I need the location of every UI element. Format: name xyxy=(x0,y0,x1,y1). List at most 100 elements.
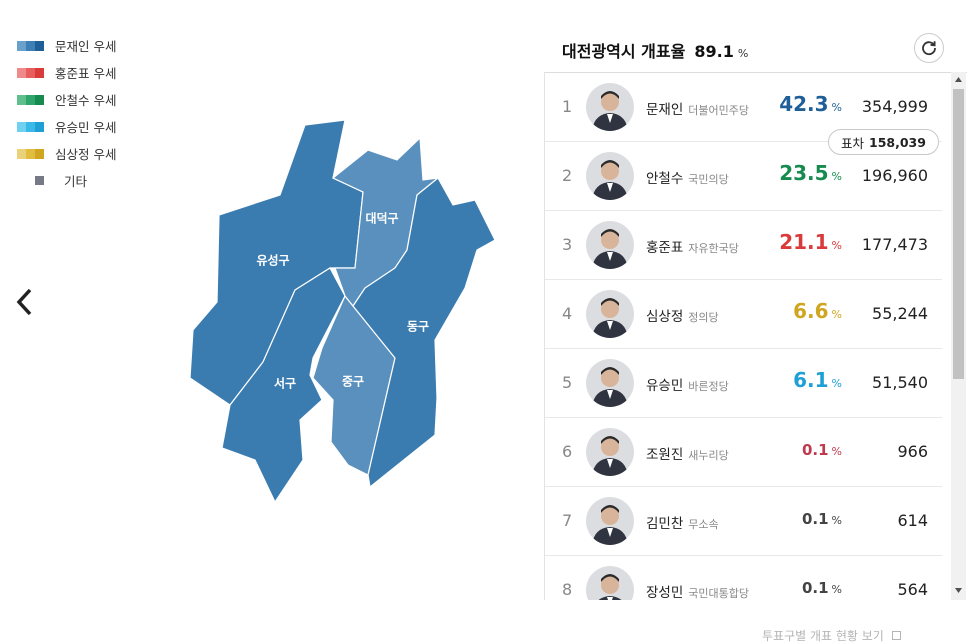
vote-rate-value: 6.6 xyxy=(793,299,829,323)
candidate-vote-rate: 0.1% xyxy=(802,510,842,528)
vote-rate-unit: % xyxy=(831,308,842,321)
district-label-donggu: 동구 xyxy=(406,319,430,334)
candidate-name-block: 심상정 정의당 xyxy=(646,305,719,325)
legend-item: 홍준표 우세 xyxy=(17,59,116,86)
scroll-down-arrow-icon[interactable] xyxy=(951,583,966,598)
legend-swatch xyxy=(17,121,44,132)
candidate-rank: 8 xyxy=(562,580,573,599)
legend-swatch xyxy=(17,148,44,159)
candidate-avatar xyxy=(586,152,634,200)
candidate-rank: 1 xyxy=(562,97,573,116)
precinct-results-link[interactable]: 투표구별 개표 현황 보기 xyxy=(762,627,901,642)
district-label-yuseong: 유성구 xyxy=(256,253,290,268)
candidate-avatar xyxy=(586,290,634,338)
candidate-avatar xyxy=(586,359,634,407)
vote-rate-unit: % xyxy=(831,239,842,252)
scrollbar-thumb[interactable] xyxy=(953,89,964,379)
candidate-name-block: 조원진 새누리당 xyxy=(646,443,729,463)
district-map: 유성구 대덕구 동구 중구 서구 xyxy=(185,119,505,510)
vote-rate-unit: % xyxy=(831,377,842,390)
candidate-party: 바른정당 xyxy=(688,380,729,393)
candidate-rank: 7 xyxy=(562,511,573,530)
candidate-votes: 196,960 xyxy=(861,166,928,185)
candidate-votes: 354,999 xyxy=(861,97,928,116)
candidate-votes: 55,244 xyxy=(872,304,928,323)
candidate-name-block: 김민찬 무소속 xyxy=(646,512,719,532)
candidate-votes: 564 xyxy=(897,580,928,599)
candidate-name-block: 유승민 바른정당 xyxy=(646,374,729,394)
candidate-party: 국민의당 xyxy=(688,173,729,186)
candidate-votes: 966 xyxy=(897,442,928,461)
candidate-row[interactable]: 6 조원진 새누리당 0.1% 966 xyxy=(545,418,942,487)
candidate-name: 심상정 xyxy=(646,309,684,325)
candidate-avatar xyxy=(586,566,634,600)
candidate-party: 정의당 xyxy=(688,311,719,324)
vote-rate-value: 42.3 xyxy=(779,92,829,116)
vote-rate-unit: % xyxy=(831,445,842,458)
candidate-name: 문재인 xyxy=(646,102,684,118)
candidate-vote-rate: 0.1% xyxy=(802,441,842,459)
candidate-party: 더불어민주당 xyxy=(688,104,749,117)
candidate-avatar xyxy=(586,83,634,131)
legend-label: 유승민 우세 xyxy=(55,120,117,135)
candidate-name-block: 안철수 국민의당 xyxy=(646,167,729,187)
legend-item: 기타 xyxy=(17,167,116,194)
candidate-party: 국민대통합당 xyxy=(688,587,749,600)
candidate-row[interactable]: 7 김민찬 무소속 0.1% 614 xyxy=(545,487,942,556)
candidate-vote-rate: 0.1% xyxy=(802,579,842,597)
candidate-avatar xyxy=(586,497,634,545)
candidate-avatar xyxy=(586,428,634,476)
candidate-name: 조원진 xyxy=(646,447,684,463)
vote-margin-value: 158,039 xyxy=(869,134,926,150)
candidate-rank: 4 xyxy=(562,304,573,323)
count-rate-value: 89.1 xyxy=(694,42,734,61)
external-link-icon xyxy=(891,631,901,640)
chevron-left-icon[interactable] xyxy=(14,287,36,317)
candidate-vote-rate: 23.5% xyxy=(779,161,842,185)
refresh-button[interactable] xyxy=(914,33,944,63)
count-rate-header: 대전광역시 개표율 89.1 % xyxy=(562,38,748,62)
candidate-row[interactable]: 8 장성민 국민대통합당 0.1% 564 xyxy=(545,556,942,600)
scroll-up-arrow-icon[interactable] xyxy=(951,72,966,87)
vote-rate-unit: % xyxy=(831,514,842,527)
candidate-rank: 3 xyxy=(562,235,573,254)
candidate-rank: 6 xyxy=(562,442,573,461)
scrollbar[interactable] xyxy=(951,72,966,600)
district-label-seogu: 서구 xyxy=(273,376,297,391)
legend-label: 문재인 우세 xyxy=(55,39,117,54)
legend-item: 유승민 우세 xyxy=(17,113,116,140)
legend-item: 문재인 우세 xyxy=(17,32,116,59)
legend-label: 기타 xyxy=(64,174,88,189)
precinct-results-link-label: 투표구별 개표 현황 보기 xyxy=(762,629,884,642)
candidate-row[interactable]: 5 유승민 바른정당 6.1% 51,540 xyxy=(545,349,942,418)
candidate-name: 김민찬 xyxy=(646,516,684,532)
candidate-row[interactable]: 3 홍준표 자유한국당 21.1% 177,473 xyxy=(545,211,942,280)
vote-rate-unit: % xyxy=(831,583,842,596)
legend-label: 홍준표 우세 xyxy=(55,66,117,81)
vote-rate-value: 6.1 xyxy=(793,368,829,392)
candidate-name: 장성민 xyxy=(646,585,684,600)
vote-rate-value: 21.1 xyxy=(779,230,829,254)
vote-rate-value: 23.5 xyxy=(779,161,829,185)
legend-label: 안철수 우세 xyxy=(55,93,117,108)
vote-rate-value: 0.1 xyxy=(801,441,829,459)
legend-item: 심상정 우세 xyxy=(17,140,116,167)
candidate-row[interactable]: 4 심상정 정의당 6.6% 55,244 xyxy=(545,280,942,349)
legend-swatch xyxy=(17,40,44,51)
legend-swatch xyxy=(17,94,44,105)
candidate-votes: 177,473 xyxy=(861,235,928,254)
candidate-rank: 5 xyxy=(562,373,573,392)
candidate-vote-rate: 42.3% xyxy=(779,92,842,116)
candidate-avatar xyxy=(586,221,634,269)
legend-swatch xyxy=(35,176,44,185)
vote-rate-unit: % xyxy=(831,170,842,183)
candidate-votes: 614 xyxy=(897,511,928,530)
region-title: 대전광역시 개표율 xyxy=(562,42,686,61)
count-rate-unit: % xyxy=(737,47,749,60)
district-label-junggu: 중구 xyxy=(341,374,365,389)
legend-swatch xyxy=(17,67,44,78)
candidate-vote-rate: 6.6% xyxy=(793,299,842,323)
legend-item: 안철수 우세 xyxy=(17,86,116,113)
candidate-name-block: 장성민 국민대통합당 xyxy=(646,581,749,600)
vote-margin-badge: 표차 158,039 xyxy=(828,129,939,155)
